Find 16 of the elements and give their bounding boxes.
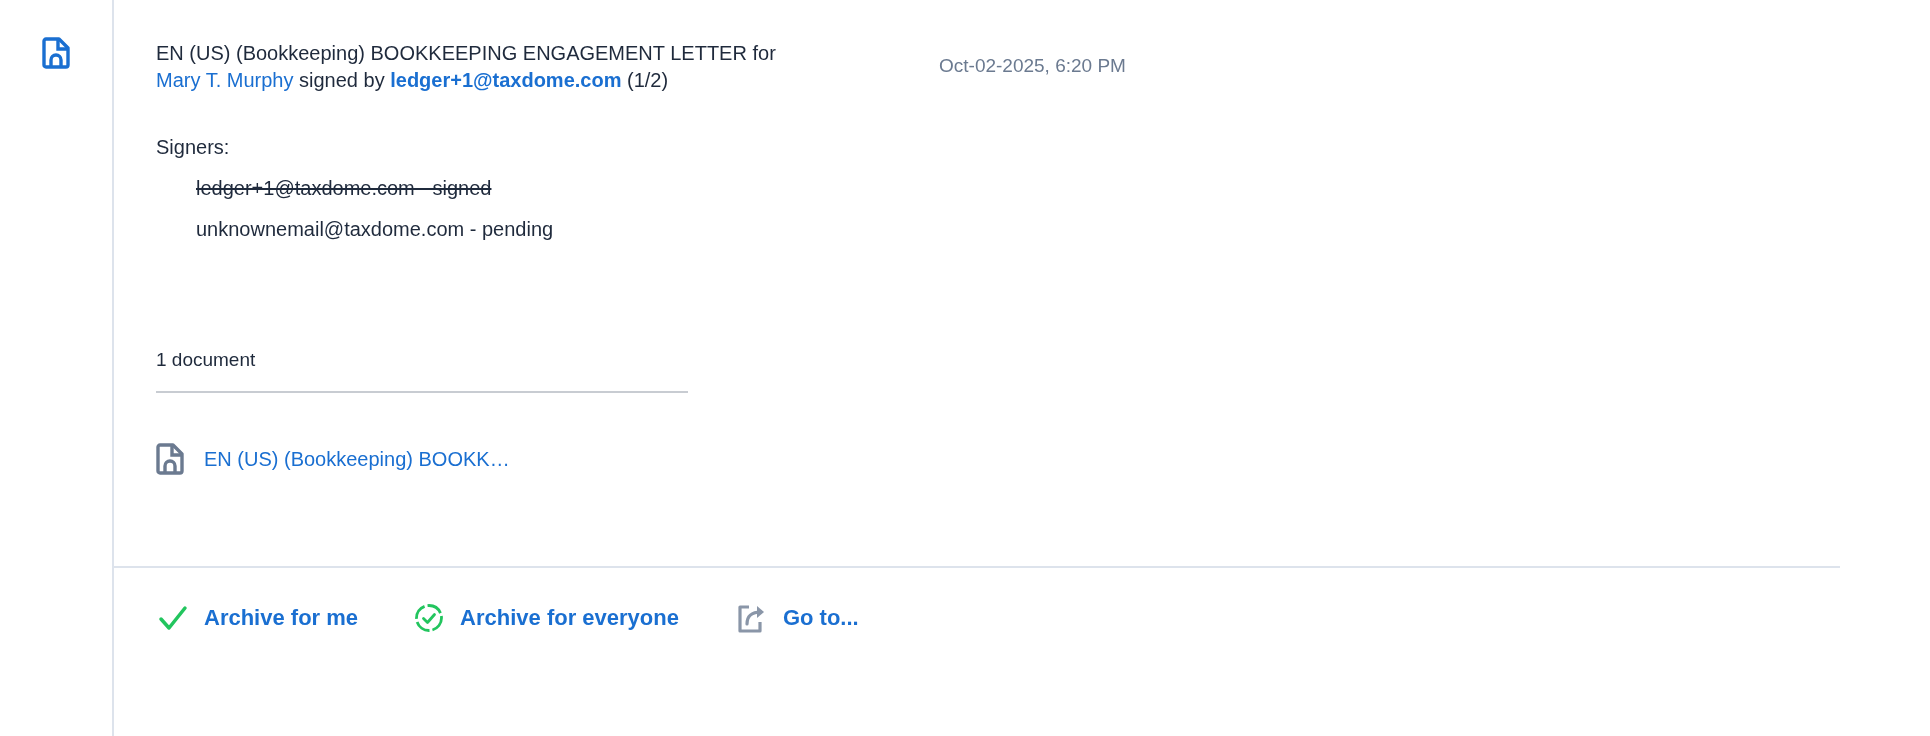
file-icon: [156, 443, 184, 475]
archive-all-button[interactable]: Archive for everyone: [414, 602, 679, 634]
signer-entry: unknownemail@taxdome.com - pending: [196, 218, 554, 241]
document-icon: [42, 37, 70, 69]
goto-button[interactable]: Go to...: [734, 602, 859, 634]
event-title: EN (US) (Bookkeeping) BOOKKEEPING ENGAGEMENT LETTER for Mary T. Murphy signed by ledger+1@taxdome.com (1/2): [156, 41, 777, 93]
document-count: 1 document: [156, 349, 256, 371]
timestamp: Oct-02-2025, 6:20 PM: [939, 54, 1126, 78]
checkmark-icon: [158, 605, 188, 631]
signer-link[interactable]: ledger+1@taxdome.com: [390, 69, 622, 91]
client-link[interactable]: Mary T. Murphy: [156, 69, 294, 91]
signer-entry: ledger+1@taxdome.com - signed: [196, 177, 492, 200]
archive-me-button[interactable]: Archive for me: [158, 602, 359, 634]
document-link[interactable]: EN (US) (Bookkeeping) BOOKK…: [204, 447, 510, 471]
check-circle-icon: [414, 603, 445, 633]
signers-label: Signers:: [156, 136, 231, 159]
